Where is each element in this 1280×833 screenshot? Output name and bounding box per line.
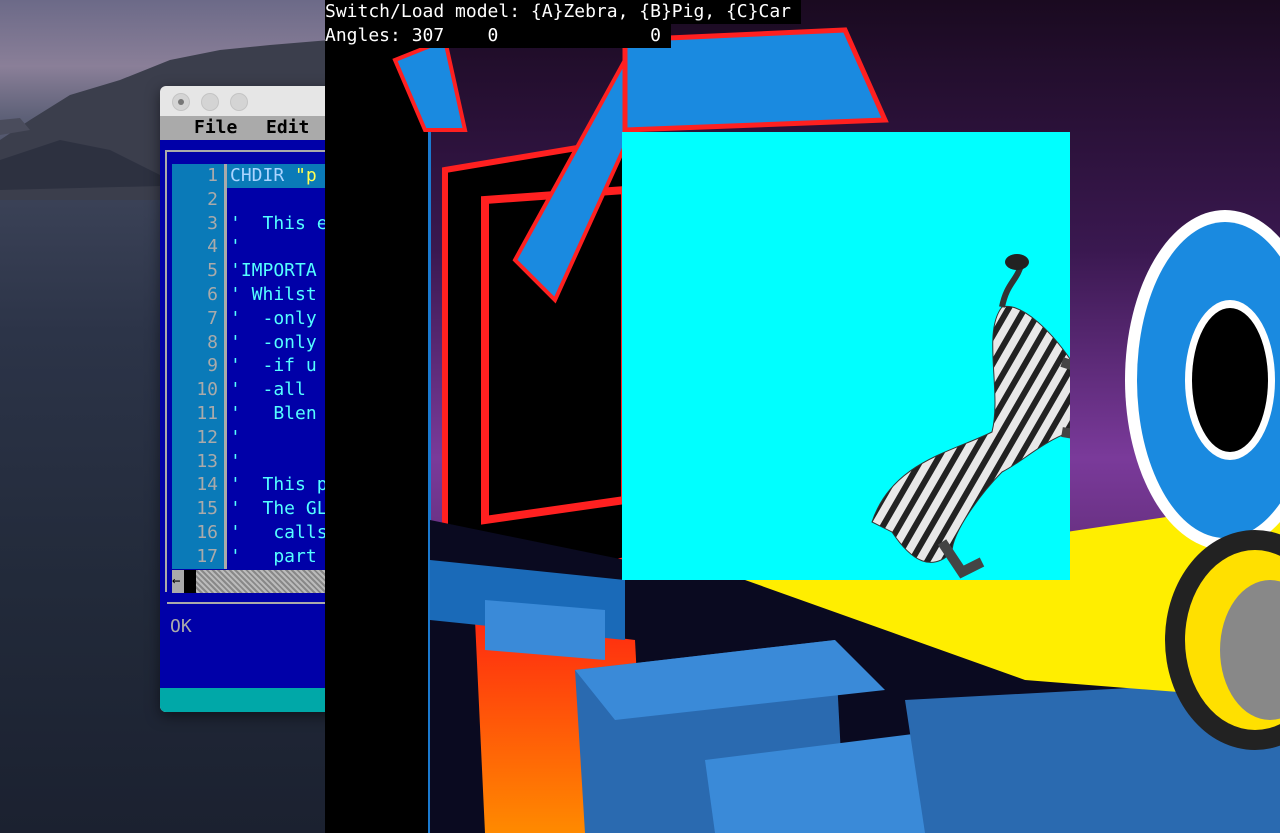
code-line[interactable]: CHDIR "p: [230, 164, 317, 188]
code-text: ' Blen: [230, 403, 317, 424]
line-number: 12: [196, 426, 218, 448]
code-text: ' -if u: [230, 355, 317, 377]
line-number: 14: [196, 474, 218, 496]
menu-edit[interactable]: Edit: [266, 117, 309, 138]
code-text: ' -all: [230, 379, 306, 401]
code-text: ' calls: [230, 522, 328, 543]
status-bar: [160, 688, 340, 712]
line-number: 9: [207, 355, 218, 377]
code-line[interactable]: ' -if u: [230, 354, 317, 378]
code-text: ': [230, 426, 241, 448]
maximize-window-button[interactable]: [230, 93, 248, 111]
menu-bar: File Edit: [160, 116, 340, 140]
code-line[interactable]: ' -all: [230, 378, 306, 402]
angles-readout: Angles: 307 0 0: [325, 24, 671, 48]
render-viewport: [622, 132, 1146, 580]
code-editor[interactable]: 1 CHDIR "p 2 3 ' This e 4 ' 5 'IMPORTA 6 ' Whilst 7…: [160, 140, 340, 688]
line-number: 3: [207, 212, 218, 234]
code-text: ' This e: [230, 212, 328, 234]
code-text: ' part: [230, 545, 317, 567]
scrollbar-thumb[interactable]: [184, 570, 196, 593]
gutter-separator: [224, 164, 227, 569]
code-text: 'IMPORTA: [230, 260, 317, 282]
close-window-button[interactable]: [172, 93, 190, 111]
code-text: ': [230, 236, 241, 258]
minimize-window-button[interactable]: [201, 93, 219, 111]
code-text: ' This p: [230, 474, 328, 496]
code-line[interactable]: ': [230, 426, 241, 450]
code-line[interactable]: 'IMPORTA: [230, 259, 317, 283]
line-number: 7: [207, 307, 218, 329]
code-text: CHDIR: [230, 165, 296, 186]
code-line[interactable]: ' -only: [230, 331, 317, 355]
code-line[interactable]: ': [230, 235, 241, 259]
line-number: 5: [207, 260, 218, 282]
zebra-model: [871, 254, 1146, 579]
code-line[interactable]: ' The GL: [230, 497, 328, 521]
code-text: ' Whilst: [230, 284, 317, 305]
code-line[interactable]: ' part: [230, 545, 317, 569]
divider: [167, 602, 340, 604]
game-window[interactable]: Switch/Load model: {A}Zebra, {B}Pig, {C}…: [325, 0, 1280, 833]
code-line[interactable]: ' Blen: [230, 402, 317, 426]
code-line[interactable]: ' This e: [230, 212, 328, 236]
code-line[interactable]: ' Whilst: [230, 283, 317, 307]
code-text: ' -only: [230, 331, 317, 353]
string-literal: "p: [295, 165, 317, 186]
line-number: 1: [207, 165, 218, 186]
menu-file[interactable]: File: [194, 117, 237, 138]
line-number: 8: [207, 331, 218, 353]
code-text: ' The GL: [230, 498, 328, 520]
code-text: ': [230, 450, 241, 472]
code-line[interactable]: ': [230, 450, 241, 474]
scroll-left-arrow-icon[interactable]: ←: [172, 570, 184, 593]
line-number: 11: [196, 403, 218, 424]
line-number: 17: [196, 545, 218, 567]
line-number: 16: [196, 522, 218, 543]
line-number: 6: [207, 284, 218, 305]
code-text: ' -only: [230, 307, 317, 329]
model-switch-instructions: Switch/Load model: {A}Zebra, {B}Pig, {C}…: [325, 0, 801, 24]
qb64-editor-window: File Edit 1 CHDIR "p 2 3 ' This e 4 ' 5 'IMPORTA…: [160, 86, 340, 712]
line-number: 2: [207, 188, 218, 210]
line-number: 13: [196, 450, 218, 472]
line-number: 4: [207, 236, 218, 258]
horizontal-scrollbar[interactable]: ←: [172, 570, 340, 593]
line-number: 10: [196, 379, 218, 401]
code-line[interactable]: ' This p: [230, 473, 328, 497]
code-line[interactable]: ' calls: [230, 521, 328, 545]
code-line[interactable]: ' -only: [230, 307, 317, 331]
line-number: 15: [196, 498, 218, 520]
status-output: OK: [170, 616, 192, 637]
